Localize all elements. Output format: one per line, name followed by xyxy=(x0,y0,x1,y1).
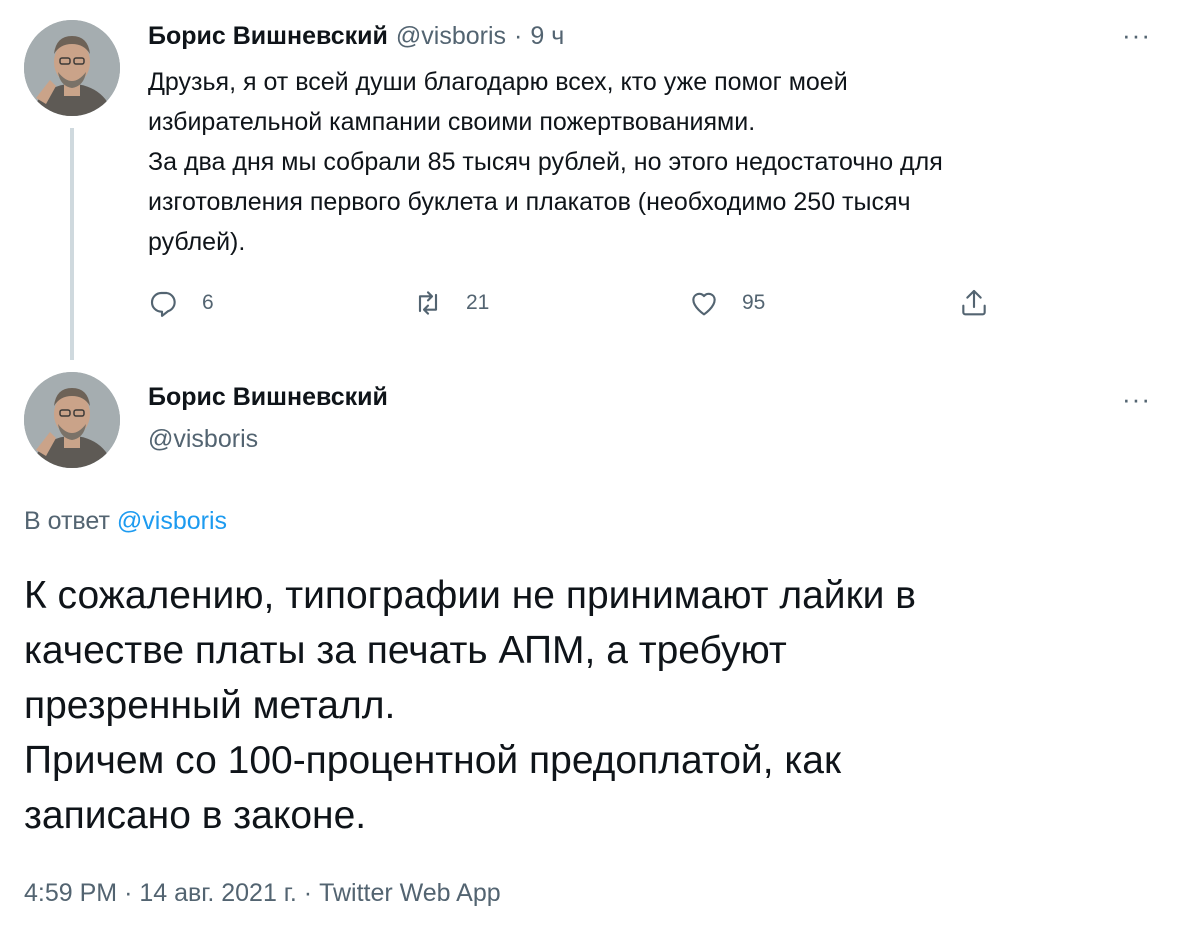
retweet-button[interactable]: 21 xyxy=(412,287,489,319)
tweet-line: презренный металл. xyxy=(24,684,396,727)
tweet1-header: Борис Вишневский @visboris · 9 ч xyxy=(148,22,564,51)
thread-line xyxy=(70,128,74,360)
heart-icon xyxy=(692,292,716,316)
tweet-line: К сожалению, типографии не принимают лай… xyxy=(24,574,916,617)
tweet-line: Причем со 100-процентной предоплатой, ка… xyxy=(24,739,842,782)
retweet-icon xyxy=(418,291,438,315)
more-options-icon[interactable]: ··· xyxy=(1122,384,1151,415)
like-button[interactable]: 95 xyxy=(688,287,765,319)
tweet-line: Друзья, я от всей души благодарю всех, к… xyxy=(148,68,848,96)
avatar-photo xyxy=(24,20,120,116)
reply-count: 6 xyxy=(202,291,214,314)
share-button[interactable] xyxy=(958,287,990,319)
tweet-time[interactable]: 9 ч xyxy=(530,22,564,51)
retweet-count: 21 xyxy=(466,291,490,314)
reply-context: В ответ @visboris xyxy=(24,507,227,536)
tweet-line: изготовления первого буклета и плакатов … xyxy=(148,188,911,216)
tweet-line: записано в законе. xyxy=(24,794,367,837)
tweet1-text: Друзья, я от всей души благодарю всех, к… xyxy=(148,62,1158,262)
author-name[interactable]: Борис Вишневский xyxy=(148,22,388,51)
tweet-timestamp[interactable]: 4:59 PM xyxy=(24,879,117,907)
author-name[interactable]: Борис Вишневский xyxy=(148,383,388,412)
tweet-line: качестве платы за печать АПМ, а требуют xyxy=(24,629,787,672)
more-options-icon[interactable]: ··· xyxy=(1122,20,1151,51)
reply-icon xyxy=(150,291,176,317)
reply-handle-link[interactable]: @visboris xyxy=(117,507,227,535)
tweet-line: избирательной кампании своими пожертвова… xyxy=(148,108,756,136)
avatar[interactable] xyxy=(24,372,120,468)
separator-dot: · xyxy=(124,879,133,907)
reply-button[interactable]: 6 xyxy=(148,287,214,319)
avatar-photo xyxy=(24,372,120,468)
tweet2-text: К сожалению, типографии не принимают лай… xyxy=(24,568,1164,843)
like-count: 95 xyxy=(742,291,766,314)
reply-prefix: В ответ xyxy=(24,507,110,535)
separator-dot: · xyxy=(303,879,313,907)
tweet-date[interactable]: 14 авг. 2021 г. xyxy=(139,879,296,907)
source-app-link[interactable]: Twitter Web App xyxy=(319,879,501,907)
share-icon xyxy=(962,289,986,316)
tweet-meta: 4:59 PM · 14 авг. 2021 г. · Twitter Web … xyxy=(24,879,501,908)
avatar[interactable] xyxy=(24,20,120,116)
tweet-line: рублей). xyxy=(148,228,246,256)
author-handle[interactable]: @visboris xyxy=(148,425,258,454)
author-handle[interactable]: @visboris xyxy=(396,22,506,51)
separator-dot: · xyxy=(514,22,523,50)
tweet-line: За два дня мы собрали 85 тысяч рублей, н… xyxy=(148,148,943,176)
